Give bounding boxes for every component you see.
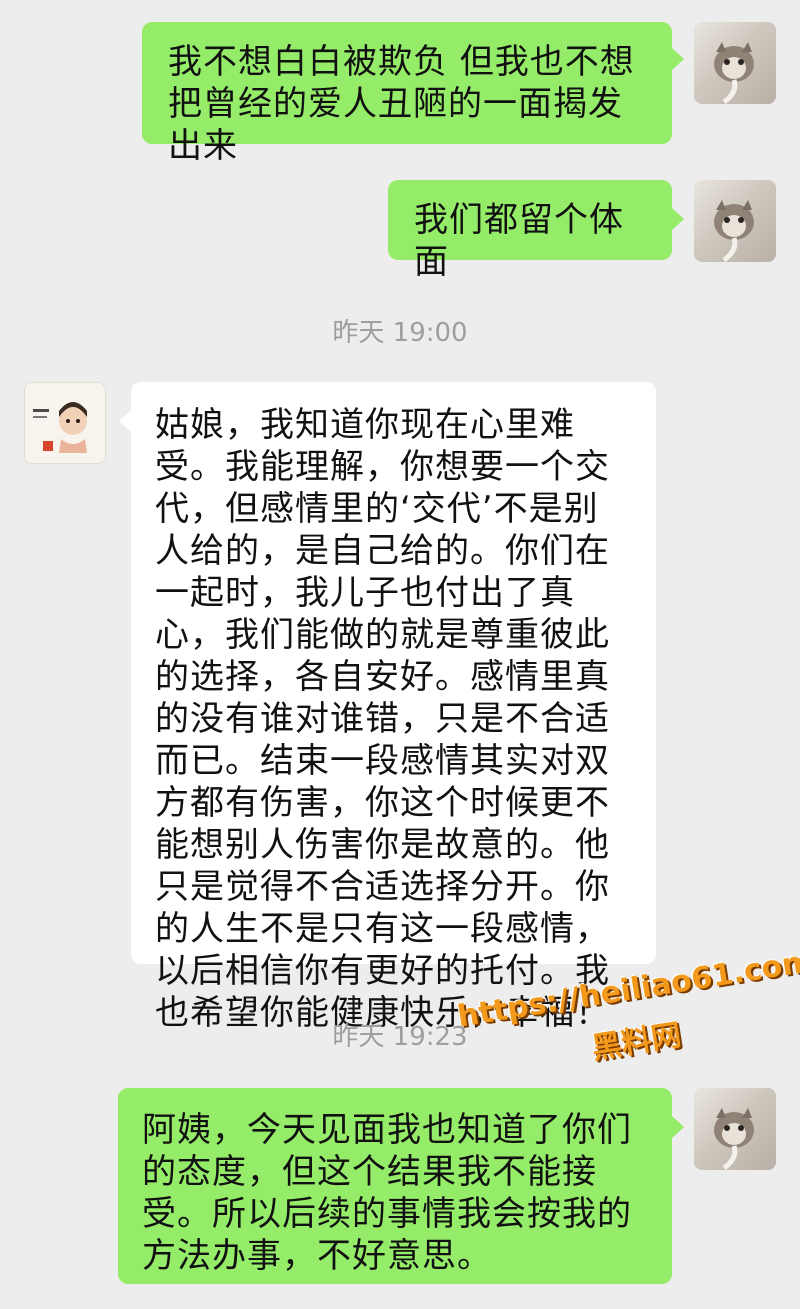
message-text: 我不想白白被欺负 但我也不想把曾经的爱人丑陋的一面揭发出来	[168, 42, 635, 166]
self-avatar[interactable]	[694, 1088, 776, 1170]
cat-photo-icon	[714, 42, 754, 104]
message-bubble-contact[interactable]: 姑娘，我知道你现在心里难受。我能理解，你想要一个交代，但感情里的‘交代’不是别人…	[131, 382, 656, 1033]
girl-illustration-icon	[25, 383, 105, 463]
timestamp: 昨天 19:00	[332, 318, 468, 348]
bubble-tail	[119, 410, 131, 432]
cat-photo-icon	[714, 1108, 754, 1170]
bubble-tail	[672, 48, 684, 70]
bubble-tail	[672, 1116, 684, 1138]
message-bubble-self[interactable]: 我们都留个体面	[388, 180, 672, 282]
contact-avatar[interactable]	[24, 382, 106, 464]
bubble-tail	[672, 208, 684, 230]
message-bubble-self[interactable]: 阿姨，今天见面我也知道了你们的态度，但这个结果我不能接受。所以后续的事情我会按我…	[118, 1088, 672, 1284]
self-avatar[interactable]	[694, 180, 776, 262]
message-bubble-self[interactable]: 我不想白白被欺负 但我也不想把曾经的爱人丑陋的一面揭发出来	[142, 22, 672, 166]
message-text: 阿姨，今天见面我也知道了你们的态度，但这个结果我不能接受。所以后续的事情我会按我…	[142, 1110, 632, 1276]
self-avatar[interactable]	[694, 22, 776, 104]
message-text: 我们都留个体面	[414, 200, 624, 282]
cat-photo-icon	[714, 200, 754, 262]
message-text: 姑娘，我知道你现在心里难受。我能理解，你想要一个交代，但感情里的‘交代’不是别人…	[155, 405, 610, 1033]
